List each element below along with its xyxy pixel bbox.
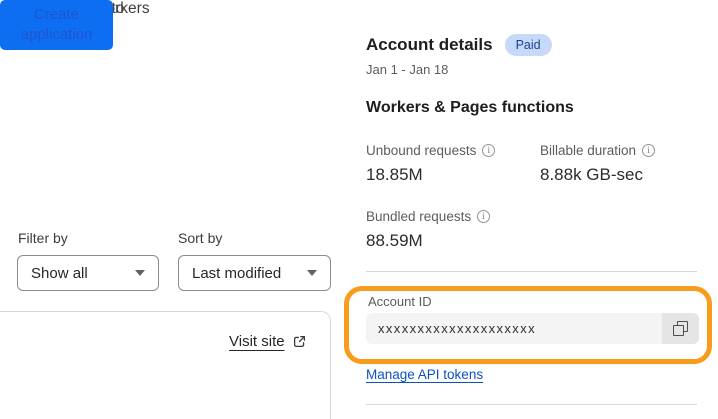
chevron-down-icon	[307, 270, 317, 276]
account-details-header: Account details Paid	[366, 34, 552, 57]
stat-label: Unbound requests	[366, 143, 496, 158]
stat-billable-duration: Billable duration 8.88k GB-sec	[540, 143, 656, 185]
date-range: Jan 1 - Jan 18	[366, 62, 449, 77]
visit-site-row: Visit site	[229, 333, 306, 350]
copy-account-id-button[interactable]	[662, 313, 699, 344]
stat-label: Bundled requests	[366, 209, 491, 224]
workers-pages-dashboard: lications with Workers cumentation to Cr…	[0, 0, 718, 419]
stat-bundled-requests: Bundled requests 88.59M	[366, 209, 491, 251]
intro-text-suffix: to	[111, 0, 125, 17]
stat-value: 18.85M	[366, 165, 423, 184]
functions-section-title: Workers & Pages functions	[366, 99, 574, 116]
account-details-title: Account details	[366, 35, 493, 55]
sort-dropdown-value: Last modified	[192, 264, 282, 282]
stat-value: 88.59M	[366, 231, 423, 250]
divider	[366, 404, 697, 405]
copy-icon	[673, 321, 688, 336]
visit-site-link[interactable]: Visit site	[229, 333, 285, 350]
stat-label-text: Billable duration	[540, 143, 637, 158]
filter-dropdown-value: Show all	[31, 264, 88, 282]
account-id-field-group	[366, 313, 699, 344]
divider	[366, 271, 697, 272]
create-application-button[interactable]: Create application	[0, 0, 113, 50]
info-icon[interactable]	[482, 144, 496, 157]
stat-label-text: Bundled requests	[366, 209, 472, 224]
filter-dropdown[interactable]: Show all	[17, 255, 159, 291]
sort-dropdown[interactable]: Last modified	[178, 255, 331, 291]
project-card	[0, 311, 331, 419]
stat-value: 8.88k GB-sec	[540, 165, 643, 184]
stat-unbound-requests: Unbound requests 18.85M	[366, 143, 496, 185]
plan-badge: Paid	[504, 34, 552, 57]
info-icon[interactable]	[642, 144, 656, 157]
account-id-input[interactable]	[366, 313, 662, 344]
chevron-down-icon	[135, 270, 145, 276]
stat-label-text: Unbound requests	[366, 143, 477, 158]
account-id-label: Account ID	[368, 294, 432, 309]
info-icon[interactable]	[477, 210, 491, 223]
sort-by-label: Sort by	[178, 230, 223, 246]
stat-label: Billable duration	[540, 143, 656, 158]
external-link-icon	[293, 335, 306, 348]
manage-api-tokens-link[interactable]: Manage API tokens	[366, 367, 483, 382]
filter-by-label: Filter by	[18, 230, 68, 246]
